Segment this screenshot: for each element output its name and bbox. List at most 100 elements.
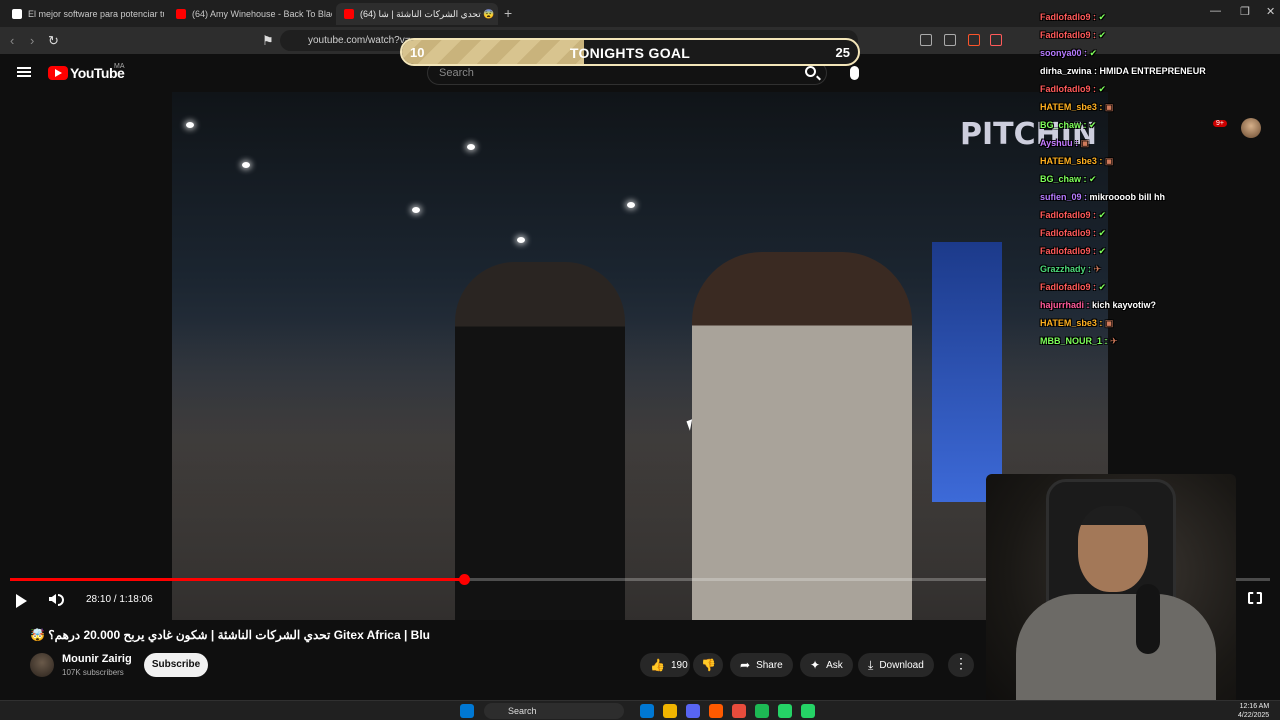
chat-message: MBB_NOUR_1 : ✈ (1040, 336, 1118, 347)
bookmark-icon[interactable]: ⚑ (262, 33, 274, 49)
chat-emote-icon: ▣ (1104, 318, 1114, 328)
system-clock: 12:16 AM 4/22/2025 (1238, 702, 1269, 720)
browser-tab-2[interactable]: (64) Amy Winehouse - Back To Black (168, 3, 332, 25)
forward-icon[interactable]: › (30, 33, 34, 48)
chat-emote-icon: ✔ (1098, 246, 1107, 256)
microphone-icon[interactable] (850, 66, 859, 80)
new-tab-button[interactable]: + (504, 5, 512, 21)
microphone (1136, 584, 1160, 654)
chat-text: mikroooob bill hh (1089, 192, 1166, 202)
extension-icon[interactable] (920, 34, 932, 46)
chat-username: HATEM_sbe3 : (1040, 318, 1105, 328)
progress-fill (10, 578, 464, 581)
chat-message: Fadlofadlo9 : ✔ (1040, 12, 1106, 23)
reload-icon[interactable]: ↻ (48, 33, 59, 49)
tonights-goal-bar: 10 TONIGHTS GOAL 25 (400, 38, 860, 66)
folder-icon[interactable] (663, 704, 677, 718)
streaming-app-icon[interactable] (778, 704, 792, 718)
subscriber-count: 107K subscribers (62, 668, 124, 677)
like-count: 190 (670, 659, 688, 671)
chat-emote-icon: ✔ (1098, 282, 1107, 292)
time-display: 28:10 / 1:18:06 (86, 594, 153, 605)
app-icon[interactable] (755, 704, 769, 718)
chat-message: HATEM_sbe3 : ▣ (1040, 156, 1113, 167)
clock-date: 4/22/2025 (1238, 712, 1270, 719)
brave-browser-icon[interactable] (709, 704, 723, 718)
progress-scrubber[interactable] (458, 574, 470, 585)
chat-username: BG_chaw : (1040, 120, 1090, 130)
thumbs-down-icon: 👎 (701, 658, 716, 672)
video-player[interactable]: PITCHIN (172, 92, 1108, 620)
minimize-button[interactable]: — (1210, 5, 1221, 17)
more-actions-button[interactable]: ⋮ (948, 653, 974, 677)
taskbar-search-label: Search (508, 706, 537, 716)
display-screen (932, 242, 1002, 502)
chat-emote-icon: ✔ (1098, 210, 1107, 220)
chat-emote-icon: ▣ (1080, 138, 1090, 148)
whatsapp-icon[interactable] (801, 704, 815, 718)
chat-username: Fadlofadlo9 : (1040, 84, 1099, 94)
fullscreen-icon[interactable] (1248, 592, 1262, 604)
chat-username: hajurrhadi : (1040, 300, 1093, 310)
site-favicon-icon (12, 9, 22, 19)
chat-message: hajurrhadi : kich kayvotiw? (1040, 300, 1156, 310)
chat-message: HATEM_sbe3 : ▣ (1040, 318, 1113, 329)
chat-message: Grazzhady : ✈ (1040, 264, 1101, 275)
maximize-button[interactable]: ❐ (1240, 5, 1250, 18)
browser-tab-1[interactable]: El mejor software para potenciar tu s (4, 3, 164, 25)
chat-emote-icon: ✈ (1093, 264, 1102, 274)
rewards-icon[interactable] (990, 34, 1002, 46)
ask-label: Ask (826, 659, 843, 671)
channel-name[interactable]: Mounir Zairig (62, 653, 132, 665)
tab-title: (64) تحدي الشركات الناشئة | شا 😨 (360, 8, 495, 19)
search-icon[interactable] (805, 66, 816, 77)
share-button[interactable]: ➦ Share (730, 653, 793, 677)
file-explorer-icon[interactable] (640, 704, 654, 718)
youtube-favicon-icon (176, 9, 186, 19)
chat-text: kich kayvotiw? (1092, 300, 1157, 310)
chat-username: Fadlofadlo9 : (1040, 246, 1099, 256)
streamer-webcam (986, 474, 1236, 720)
chat-emote-icon: ✔ (1089, 174, 1097, 184)
taskbar-search[interactable]: Search (484, 703, 624, 719)
close-window-button[interactable]: ✕ (1266, 5, 1275, 18)
download-icon: ⤓ (868, 657, 874, 672)
channel-avatar[interactable] (30, 653, 54, 677)
play-icon[interactable] (16, 594, 27, 608)
chat-message: HATEM_sbe3 : ▣ (1040, 102, 1113, 113)
subscribe-button[interactable]: Subscribe (144, 653, 208, 677)
download-button[interactable]: ⤓ Download (858, 653, 934, 677)
chat-emote-icon: ✔ (1098, 30, 1107, 40)
account-avatar[interactable] (1241, 118, 1261, 138)
chat-emote-icon: ✔ (1098, 84, 1107, 94)
chat-emote-icon: ▣ (1104, 102, 1114, 112)
chat-message: Ayshuu : ▣ (1040, 138, 1089, 149)
streamer-head (1078, 506, 1148, 592)
volume-icon[interactable] (49, 594, 56, 604)
chat-username: Fadlofadlo9 : (1040, 210, 1099, 220)
windows-taskbar: Search 12:16 AM 4/22/2025 (0, 700, 1280, 720)
dislike-button[interactable]: 👎 (693, 653, 723, 677)
ask-button[interactable]: ✦ Ask (800, 653, 853, 677)
chat-username: MBB_NOUR_1 : (1040, 336, 1111, 346)
thumbs-up-icon: 👍 (650, 658, 665, 672)
menu-icon[interactable] (17, 67, 31, 77)
volume-wave-icon (58, 594, 64, 606)
share-page-icon[interactable] (944, 34, 956, 46)
video-title: 🤯 تحدي الشركات الناشئة | شكون غادي يربح … (30, 628, 430, 642)
chrome-icon[interactable] (732, 704, 746, 718)
youtube-logo-icon[interactable] (48, 66, 68, 80)
chat-message: sufien_09 : mikroooob bill hh (1040, 192, 1165, 202)
back-icon[interactable]: ‹ (10, 33, 14, 48)
chat-emote-icon: ✔ (1089, 48, 1098, 58)
like-button[interactable]: 👍 190 (640, 653, 690, 677)
ceiling-light (517, 237, 525, 243)
brave-shield-icon[interactable] (968, 34, 980, 46)
windows-start-icon[interactable] (460, 704, 474, 718)
ceiling-light (627, 202, 635, 208)
close-tab-icon[interactable]: ✕ (494, 9, 498, 20)
chat-text: HMIDA ENTREPRENEUR (1099, 66, 1206, 76)
browser-tab-3-active[interactable]: (64) تحدي الشركات الناشئة | شا 😨 ✕ (336, 3, 498, 25)
discord-icon[interactable] (686, 704, 700, 718)
chat-username: Fadlofadlo9 : (1040, 228, 1099, 238)
